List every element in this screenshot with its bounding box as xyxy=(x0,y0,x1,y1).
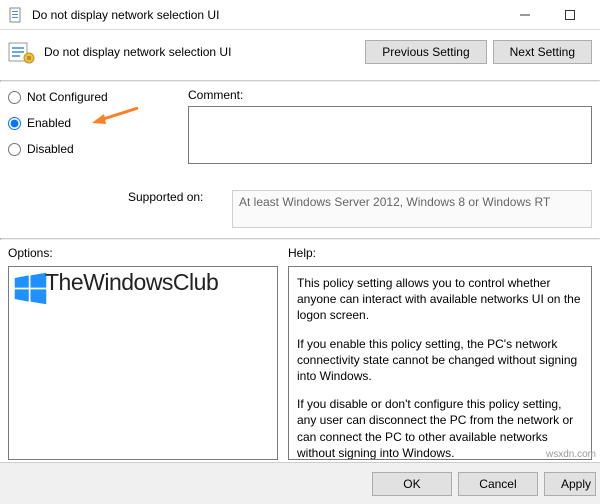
window-controls xyxy=(502,0,592,29)
policy-icon xyxy=(8,40,36,64)
comment-textarea[interactable] xyxy=(188,106,592,164)
help-paragraph: If you enable this policy setting, the P… xyxy=(297,336,583,385)
state-radio-group: Not Configured Enabled Disabled xyxy=(8,88,188,168)
radio-enabled-label: Enabled xyxy=(27,116,71,130)
radio-enabled[interactable]: Enabled xyxy=(8,116,188,130)
radio-disabled[interactable]: Disabled xyxy=(8,142,188,156)
supported-on-box: At least Windows Server 2012, Windows 8 … xyxy=(232,190,592,228)
radio-not-configured-label: Not Configured xyxy=(27,90,108,104)
split-panes: Options: TheWindowsClub Help: This polic… xyxy=(0,240,600,460)
footer: OK Cancel Apply xyxy=(0,462,600,504)
cancel-button[interactable]: Cancel xyxy=(458,472,538,496)
main-settings: Not Configured Enabled Disabled Comment:… xyxy=(0,82,600,228)
watermark-corner: wsxdn.com xyxy=(546,449,596,460)
help-label: Help: xyxy=(288,246,592,260)
window-title: Do not display network selection UI xyxy=(32,8,502,22)
policy-subtitle: Do not display network selection UI xyxy=(44,45,231,59)
watermark-text: TheWindowsClub xyxy=(45,269,218,296)
watermark-logo-icon xyxy=(13,271,48,306)
next-setting-button[interactable]: Next Setting xyxy=(493,40,592,64)
radio-not-configured[interactable]: Not Configured xyxy=(8,90,188,104)
apply-button[interactable]: Apply xyxy=(544,472,596,496)
toolbar: Do not display network selection UI Prev… xyxy=(0,30,600,80)
help-box[interactable]: This policy setting allows you to contro… xyxy=(288,266,592,460)
previous-setting-button[interactable]: Previous Setting xyxy=(365,40,486,64)
help-paragraph: If you disable or don't configure this p… xyxy=(297,396,583,460)
radio-disabled-input[interactable] xyxy=(8,143,21,156)
radio-not-configured-input[interactable] xyxy=(8,91,21,104)
maximize-button[interactable] xyxy=(547,0,592,29)
radio-disabled-label: Disabled xyxy=(27,142,74,156)
options-box: TheWindowsClub xyxy=(8,266,278,460)
minimize-button[interactable] xyxy=(502,0,547,29)
options-label: Options: xyxy=(8,246,278,260)
policy-file-icon xyxy=(8,7,24,23)
ok-button[interactable]: OK xyxy=(372,472,452,496)
supported-label: Supported on: xyxy=(128,190,228,204)
comment-label: Comment: xyxy=(188,88,288,102)
radio-enabled-input[interactable] xyxy=(8,117,21,130)
titlebar: Do not display network selection UI xyxy=(0,0,600,30)
help-paragraph: This policy setting allows you to contro… xyxy=(297,275,583,324)
